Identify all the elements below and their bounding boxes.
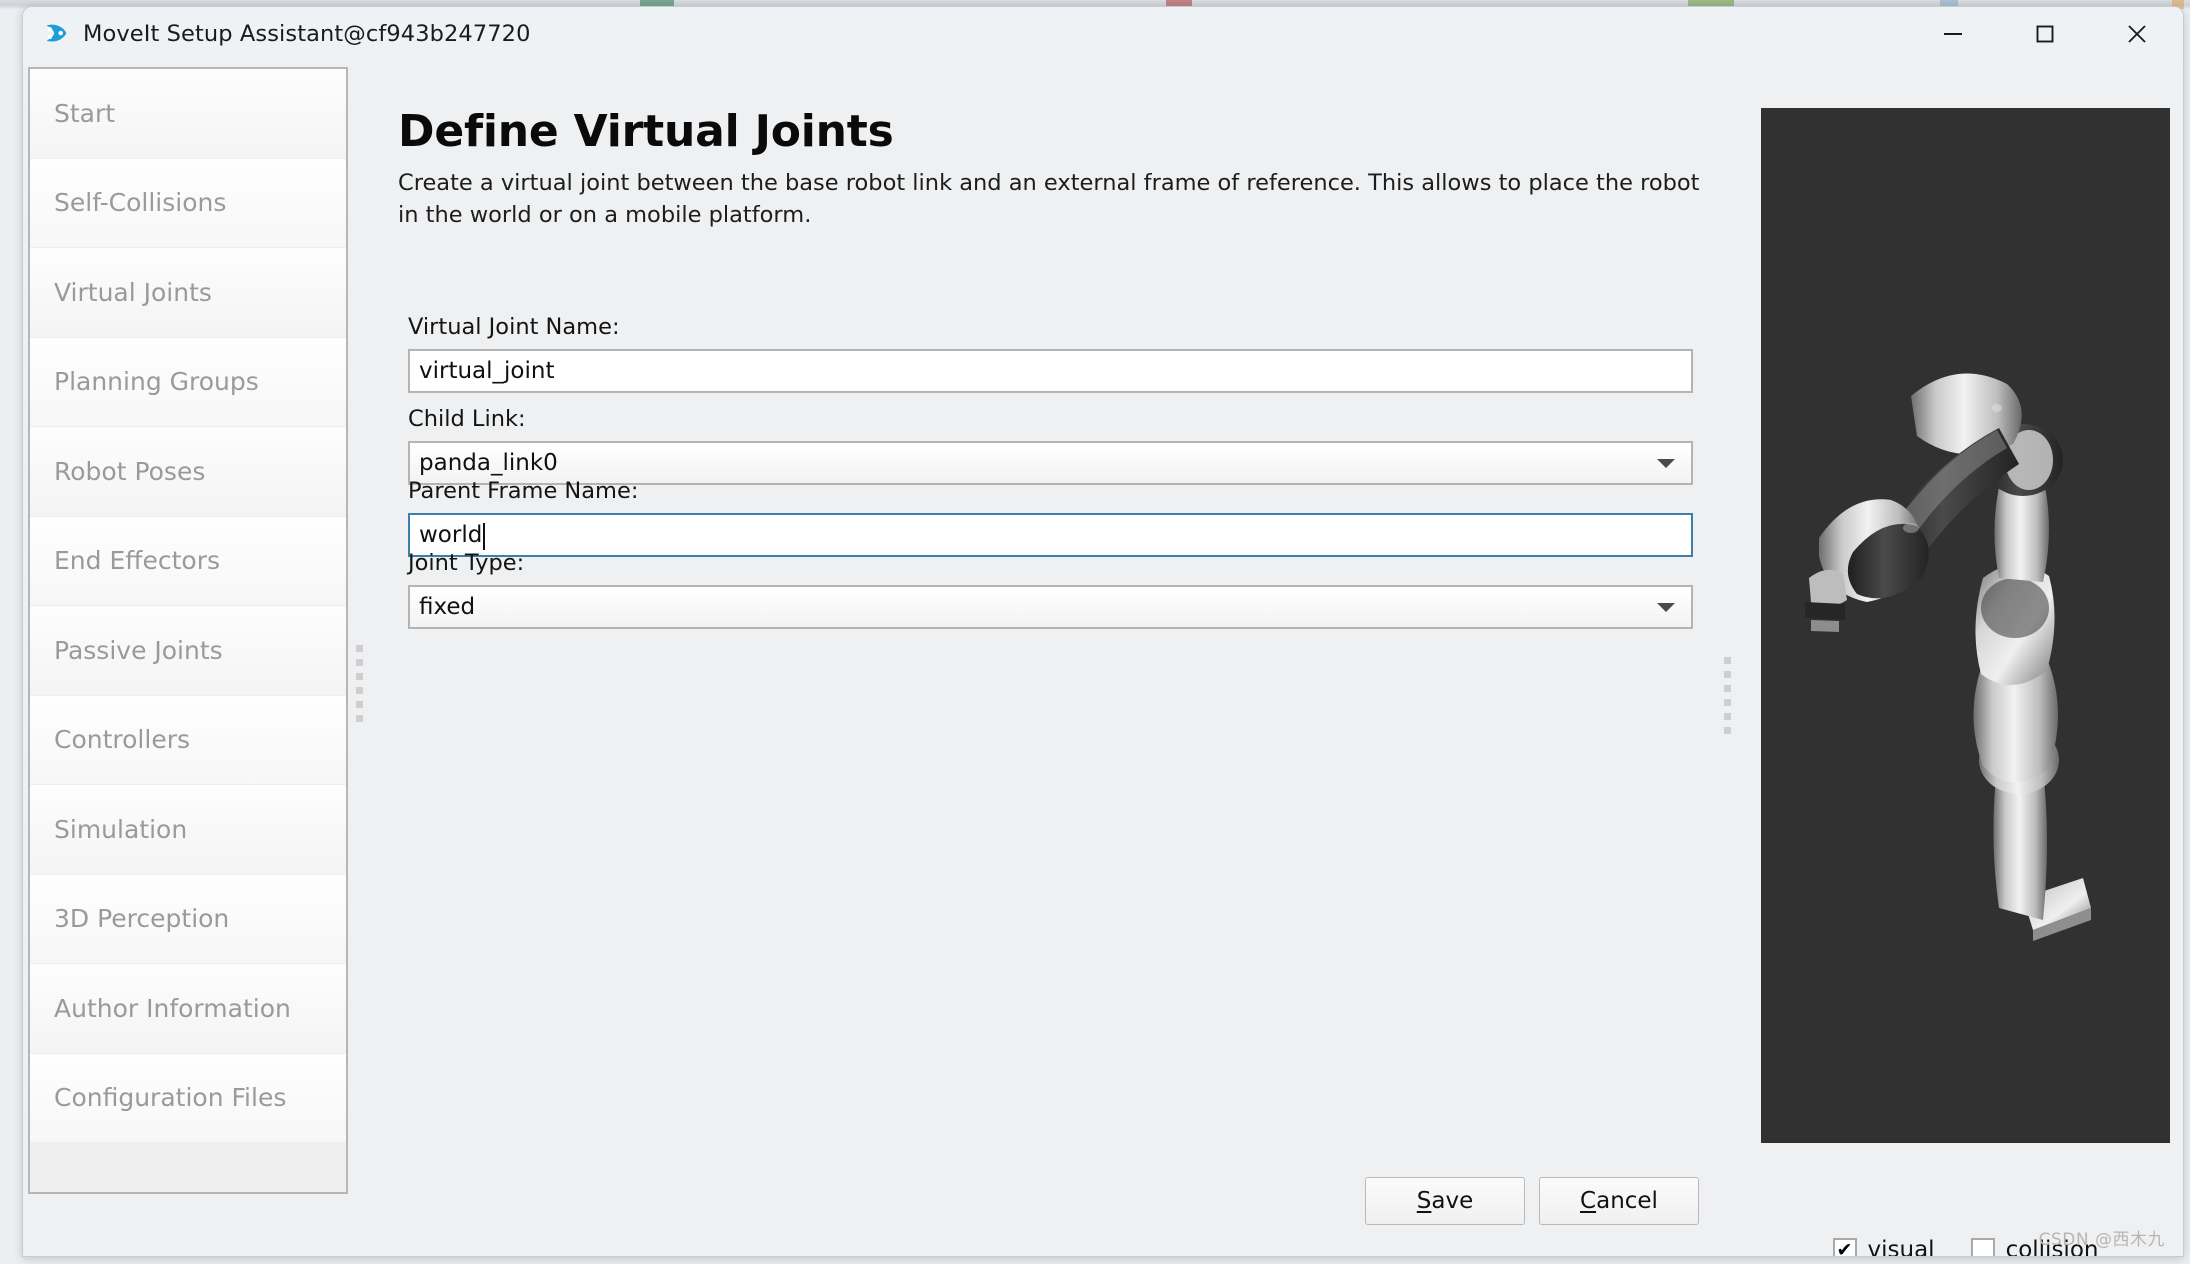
sidebar-item-planning-groups[interactable]: Planning Groups <box>30 337 346 427</box>
sidebar-item-label: Virtual Joints <box>54 277 212 307</box>
cancel-button-mnemonic: C <box>1580 1188 1597 1214</box>
franka-panda-arm-render <box>1805 373 2091 941</box>
parent-frame-name-input[interactable]: world <box>408 513 1693 557</box>
navigation-sidebar[interactable]: Start Self-Collisions Virtual Joints Pla… <box>28 67 348 1194</box>
splitter-dot <box>356 687 363 694</box>
sidebar-item-label: Planning Groups <box>54 367 259 397</box>
virtual-joint-name-label: Virtual Joint Name: <box>408 314 620 340</box>
sidebar-item-label: 3D Perception <box>54 904 230 934</box>
chevron-down-icon <box>1657 602 1675 612</box>
parent-frame-name-label: Parent Frame Name: <box>408 478 639 504</box>
moveit-logo-icon <box>41 19 71 49</box>
sidebar-empty-area <box>30 1143 346 1192</box>
application-window: MoveIt Setup Assistant@cf943b247720 Star… <box>22 6 2184 1257</box>
joint-type-select[interactable]: fixed <box>408 585 1693 629</box>
sidebar-item-label: Start <box>54 98 116 128</box>
csdn-watermark: CSDN @西木九 <box>2038 1230 2165 1250</box>
splitter-dot <box>1724 727 1731 734</box>
splitter-dot <box>1724 671 1731 678</box>
joint-type-label: Joint Type: <box>408 550 525 576</box>
visual-checkbox-row[interactable]: ✔ visual <box>1832 1237 1935 1257</box>
parent-frame-name-value: world <box>419 522 483 548</box>
splitter-dot <box>356 645 363 652</box>
splitter-dot <box>356 715 363 722</box>
splitter-dot <box>1724 713 1731 720</box>
sidebar-item-label: Author Information <box>54 993 291 1023</box>
sidebar-item-self-collisions[interactable]: Self-Collisions <box>30 158 346 248</box>
splitter-dot <box>1724 699 1731 706</box>
sidebar-item-label: End Effectors <box>54 546 221 576</box>
page-description: Create a virtual joint between the base … <box>398 170 1700 228</box>
child-link-value: panda_link0 <box>419 450 558 476</box>
joint-type-value: fixed <box>419 594 476 620</box>
save-button-label: ave <box>1431 1188 1474 1214</box>
text-caret <box>483 522 486 550</box>
form-button-row: Save Cancel <box>1365 1177 1699 1225</box>
visual-checkbox[interactable]: ✔ <box>1832 1238 1857 1256</box>
visual-checkbox-label: visual <box>1867 1237 1935 1257</box>
cancel-button[interactable]: Cancel <box>1539 1177 1699 1225</box>
chevron-down-icon <box>1657 458 1675 468</box>
cancel-button-label: ancel <box>1596 1188 1658 1214</box>
sidebar-item-label: Configuration Files <box>54 1083 287 1113</box>
sidebar-item-3d-perception[interactable]: 3D Perception <box>30 874 346 964</box>
child-link-label: Child Link: <box>408 406 526 432</box>
minimize-icon[interactable] <box>1907 7 1999 60</box>
splitter-dot <box>356 659 363 666</box>
virtual-joint-name-input[interactable]: virtual_joint <box>408 349 1693 393</box>
save-button-mnemonic: S <box>1416 1188 1432 1214</box>
sidebar-item-configuration-files[interactable]: Configuration Files <box>30 1053 346 1143</box>
left-splitter-handle[interactable] <box>356 645 366 729</box>
sidebar-item-virtual-joints[interactable]: Virtual Joints <box>30 248 346 338</box>
splitter-dot <box>1724 657 1731 664</box>
sidebar-item-robot-poses[interactable]: Robot Poses <box>30 427 346 517</box>
main-content-pane: Define Virtual Joints Create a virtual j… <box>388 60 1743 1256</box>
splitter-dot <box>356 701 363 708</box>
collision-checkbox[interactable] <box>1970 1238 1995 1256</box>
sidebar-item-label: Self-Collisions <box>54 188 227 218</box>
sidebar-item-author-information[interactable]: Author Information <box>30 964 346 1054</box>
right-splitter-handle[interactable] <box>1724 657 1734 741</box>
sidebar-item-start[interactable]: Start <box>30 69 346 159</box>
maximize-icon[interactable] <box>1999 7 2091 60</box>
sidebar-item-end-effectors[interactable]: End Effectors <box>30 516 346 606</box>
splitter-dot <box>356 673 363 680</box>
close-icon[interactable] <box>2091 7 2183 60</box>
title-bar[interactable]: MoveIt Setup Assistant@cf943b247720 <box>23 7 2183 60</box>
sidebar-item-simulation[interactable]: Simulation <box>30 785 346 875</box>
virtual-joint-name-value: virtual_joint <box>419 358 555 384</box>
window-body: Start Self-Collisions Virtual Joints Pla… <box>23 60 2183 1256</box>
page-title: Define Virtual Joints <box>398 106 894 157</box>
window-title: MoveIt Setup Assistant@cf943b247720 <box>83 20 531 47</box>
sidebar-item-passive-joints[interactable]: Passive Joints <box>30 606 346 696</box>
sidebar-item-label: Controllers <box>54 725 190 755</box>
window-controls <box>1907 7 2183 60</box>
robot-3d-viewport[interactable] <box>1761 108 2170 1143</box>
sidebar-item-label: Robot Poses <box>54 456 206 486</box>
sidebar-item-label: Passive Joints <box>54 635 223 665</box>
save-button[interactable]: Save <box>1365 1177 1525 1225</box>
splitter-dot <box>1724 685 1731 692</box>
sidebar-item-controllers[interactable]: Controllers <box>30 695 346 785</box>
sidebar-item-label: Simulation <box>54 814 188 844</box>
